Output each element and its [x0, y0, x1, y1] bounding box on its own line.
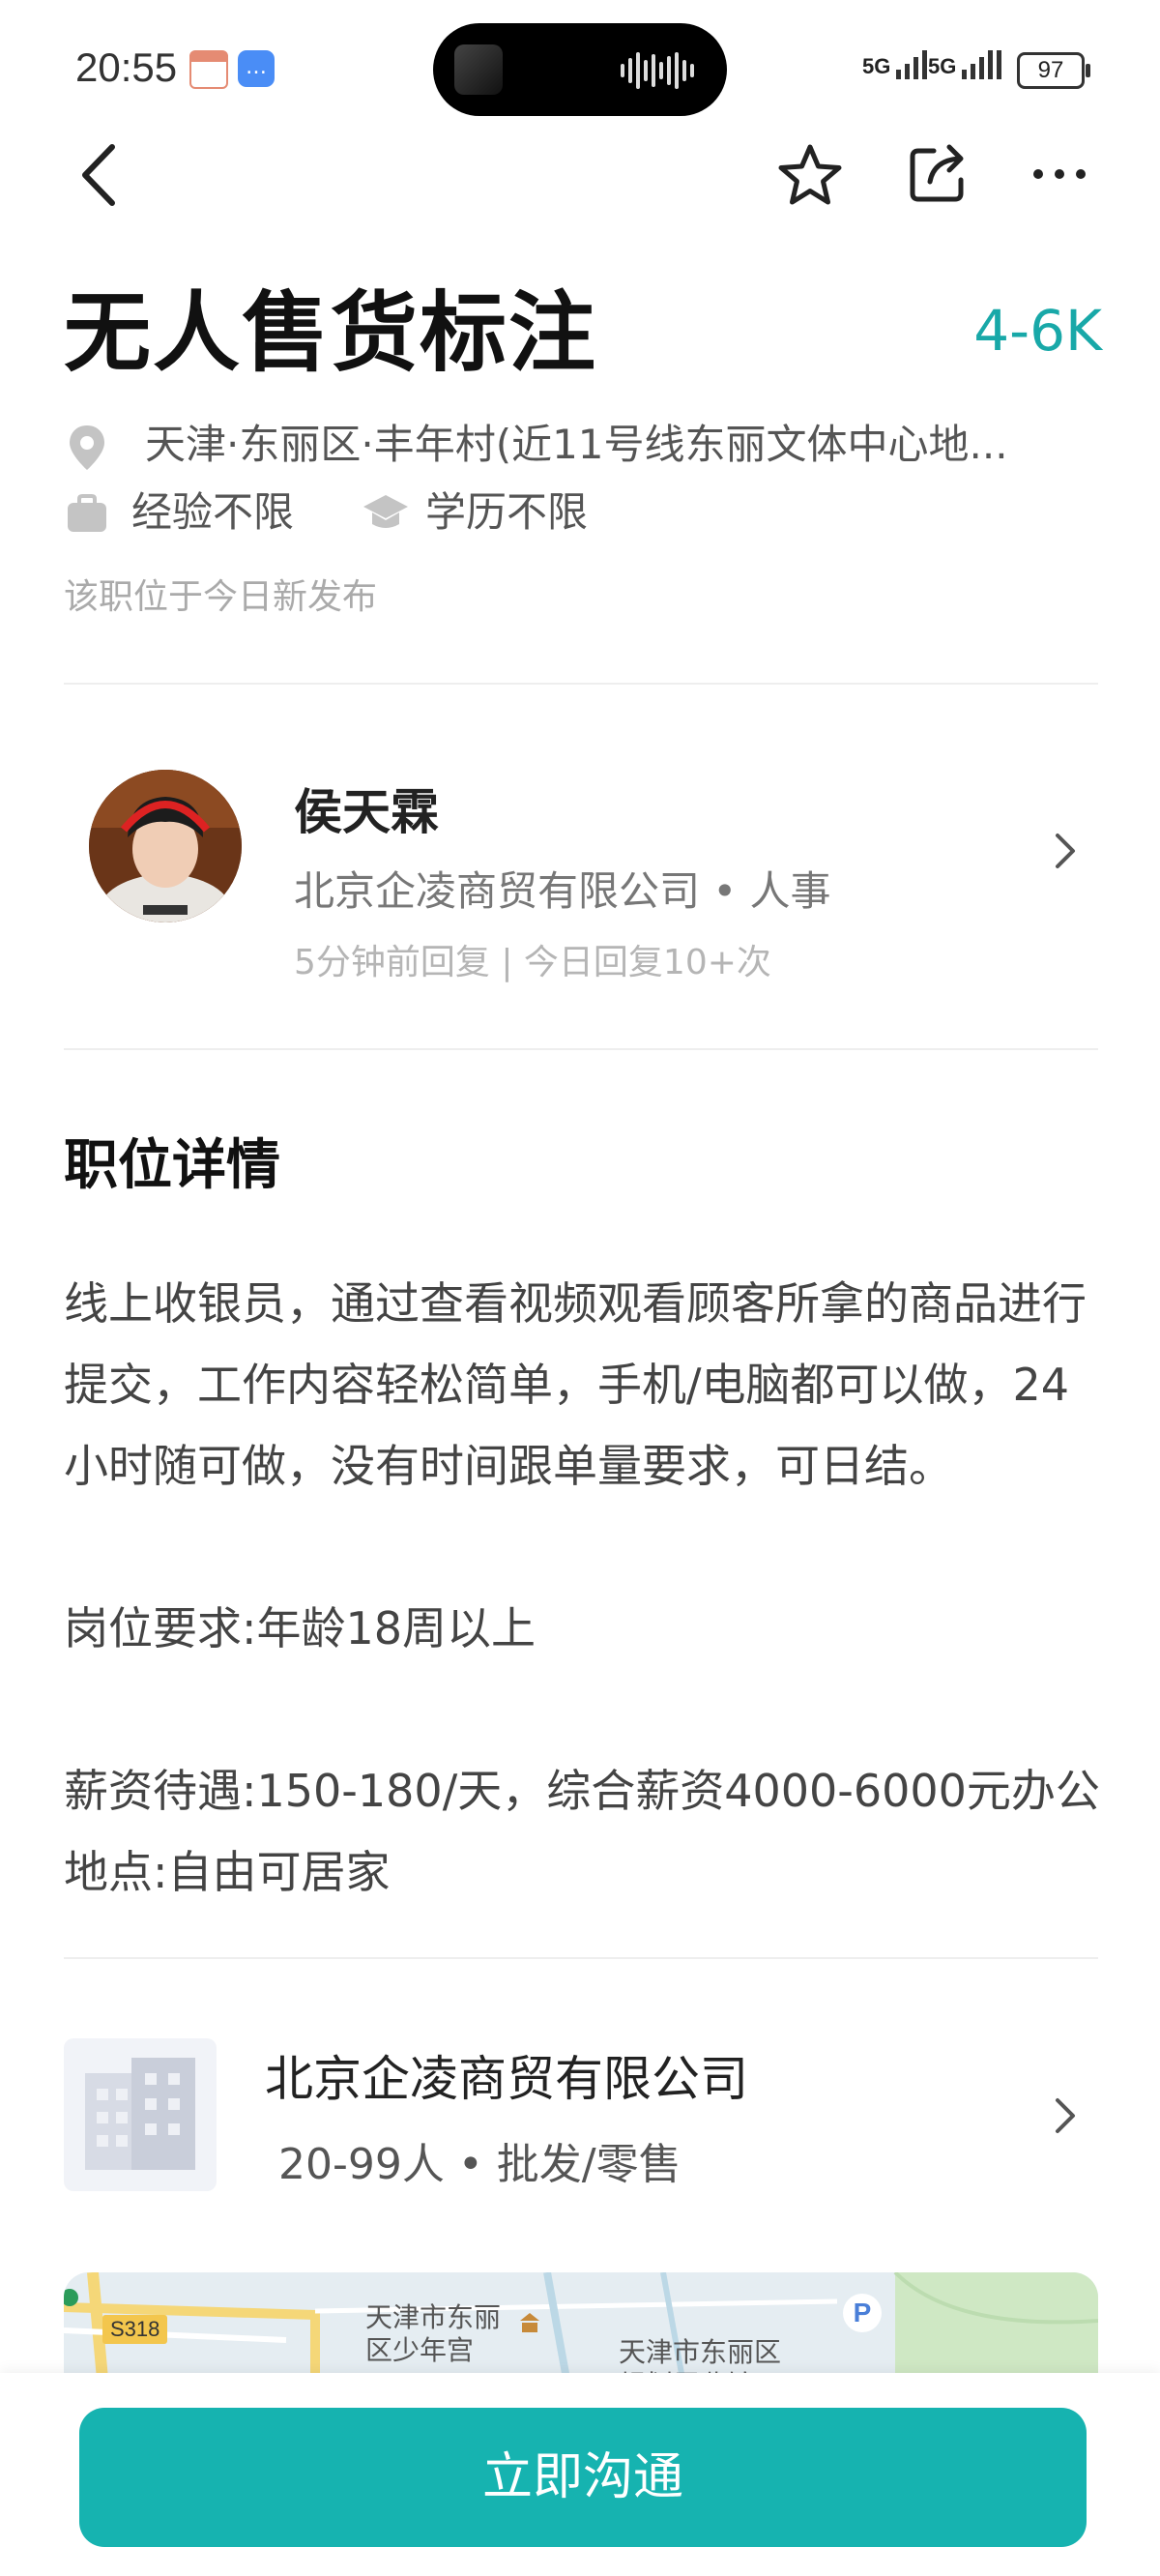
signal-indicator-2: 5G [928, 48, 1004, 79]
building-icon [85, 2058, 195, 2170]
section-title-job-detail: 职位详情 [64, 1134, 280, 1197]
experience-requirement: 经验不限 [131, 488, 295, 536]
recruiter-company-role: 北京企凌商贸有限公司 • 人事 [294, 867, 831, 915]
job-description: 线上收银员，通过查看视频观看顾客所拿的商品进行提交，工作内容轻松简单，手机/电脑… [64, 1263, 1108, 1913]
map-label-1: 天津市东丽区少年宫 [365, 2301, 502, 2366]
company-info: 20-99人 • 批发/零售 [278, 2140, 682, 2189]
battery-indicator: 97 [1017, 52, 1090, 89]
map-background [64, 2272, 1098, 2379]
divider [64, 1048, 1098, 1050]
back-button[interactable] [75, 141, 124, 209]
description-paragraph: 薪资待遇:150-180/天，综合薪资4000-6000元办公地点:自由可居家 [64, 1765, 1100, 1898]
calendar-icon [189, 50, 228, 89]
company-logo [64, 2038, 217, 2191]
description-paragraph: 线上收银员，通过查看视频观看顾客所拿的商品进行提交，工作内容轻松简单，手机/电脑… [64, 1277, 1087, 1492]
more-button[interactable] [1030, 155, 1088, 193]
company-chevron[interactable] [1050, 2094, 1079, 2137]
avatar-image [89, 770, 242, 922]
more-icon [1033, 169, 1086, 179]
education-requirement: 学历不限 [425, 488, 589, 536]
road-tag: S318 [102, 2315, 168, 2344]
recruiter-chevron[interactable] [1050, 830, 1079, 872]
divider [64, 1957, 1098, 1959]
divider [64, 683, 1098, 685]
parking-icon: P [843, 2294, 882, 2332]
signal-indicator-1: 5G [862, 48, 929, 79]
posted-note: 该职位于今日新发布 [64, 577, 378, 617]
job-title: 无人售货标注 [64, 282, 597, 384]
signal-label-1: 5G [862, 54, 891, 78]
job-salary: 4-6K [973, 298, 1102, 364]
audio-wave-icon [621, 52, 694, 89]
media-thumbnail [454, 44, 503, 95]
favorite-button[interactable] [777, 143, 843, 209]
description-paragraph: 岗位要求:年龄18周以上 [64, 1602, 536, 1654]
signal-bars-icon [962, 50, 1002, 79]
chevron-right-icon [1056, 2098, 1075, 2133]
status-time: 20:55 [75, 44, 178, 90]
chevron-right-icon [1056, 834, 1075, 868]
graduation-cap-icon [363, 495, 408, 528]
recruiter-name: 侯天霖 [294, 784, 439, 840]
location-pin-icon [70, 425, 104, 470]
chat-now-button[interactable]: 立即沟通 [79, 2408, 1087, 2547]
company-name: 北京企凌商贸有限公司 [265, 2051, 748, 2107]
briefcase-icon [68, 494, 106, 532]
chevron-left-icon [82, 144, 115, 206]
share-icon [910, 144, 964, 202]
dynamic-island [433, 23, 727, 116]
job-location-row[interactable]: 天津·东丽区·丰年村(近11号线东丽文体中心地... [64, 416, 1098, 474]
signal-label-2: 5G [928, 54, 957, 78]
job-location: 天津·东丽区·丰年村(近11号线东丽文体中心地... [145, 421, 1008, 468]
signal-bars-icon [896, 50, 928, 79]
recruiter-reply-info: 5分钟前回复 | 今日回复10+次 [294, 943, 771, 982]
avatar[interactable] [89, 770, 242, 922]
message-icon: … [238, 50, 275, 87]
status-bar: 20:55 … 5G 5G 97 [0, 0, 1160, 135]
location-map[interactable]: S318 天津市东丽区少年宫 天津市东丽区规划展览馆 P [64, 2272, 1098, 2379]
star-icon [778, 144, 842, 205]
share-button[interactable] [905, 141, 971, 207]
